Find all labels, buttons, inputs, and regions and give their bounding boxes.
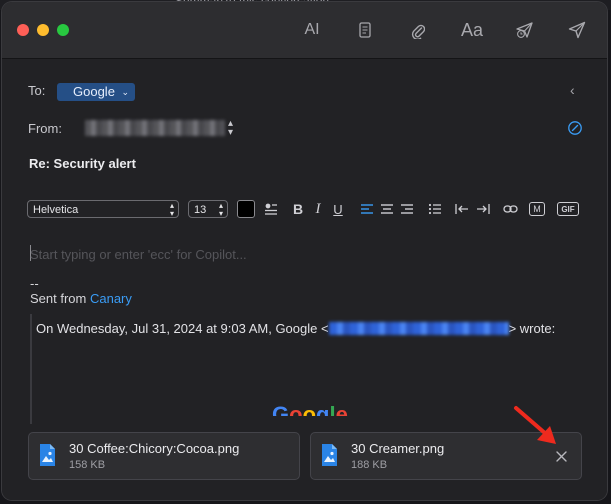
font-size-select[interactable]: 13 ▴ ▾: [188, 200, 228, 218]
minimize-window-button[interactable]: [37, 24, 49, 36]
ai-label: AI: [304, 21, 320, 38]
quote-header: On Wednesday, Jul 31, 2024 at 9:03 AM, G…: [36, 321, 555, 336]
image-file-icon: [321, 443, 338, 467]
send-icon[interactable]: [565, 18, 589, 42]
select-arrows-icon: ▴ ▾: [218, 201, 223, 218]
attachment-size: 188 KB: [351, 459, 388, 471]
select-arrows-icon: ▴ ▾: [169, 201, 174, 218]
text-color-swatch[interactable]: [237, 200, 255, 218]
to-recipient-name: Google: [73, 84, 115, 99]
ai-icon[interactable]: AI: [299, 18, 325, 42]
quoted-email-redacted: [328, 322, 509, 335]
to-recipient-pill[interactable]: Google ⌄: [57, 83, 136, 101]
align-center-icon[interactable]: [378, 200, 396, 218]
chevron-down-icon: ⌄: [121, 87, 130, 97]
notes-icon[interactable]: [353, 18, 377, 42]
body-placeholder[interactable]: Start typing or enter 'ecc' for Copilot.…: [30, 247, 247, 262]
align-left-icon[interactable]: [358, 200, 376, 218]
bullet-list-icon[interactable]: [426, 200, 444, 218]
quote-border: [30, 314, 32, 424]
annotation-arrow-icon: [514, 406, 556, 444]
title-bar: AI Aa: [2, 2, 607, 59]
outdent-icon[interactable]: [453, 200, 471, 218]
attachment-card[interactable]: 30 Coffee:Chicory:Cocoa.png 158 KB: [28, 432, 300, 480]
from-address-redacted: [85, 120, 225, 136]
underline-button[interactable]: U: [329, 200, 347, 218]
link-icon[interactable]: [501, 200, 519, 218]
font-label: Aa: [460, 19, 484, 40]
quote-suffix: > wrote:: [508, 321, 556, 336]
italic-button[interactable]: I: [309, 200, 327, 218]
schedule-send-icon[interactable]: [513, 18, 537, 42]
signature: Sent from Canary: [30, 291, 132, 306]
google-logo: Google: [272, 402, 348, 416]
quote-prefix: On Wednesday, Jul 31, 2024 at 9:03 AM, G…: [36, 321, 329, 336]
attachment-name: 30 Creamer.png: [351, 441, 445, 456]
from-selector-icon[interactable]: ▴ ▾: [228, 119, 233, 138]
image-file-icon: [39, 443, 56, 467]
attachment-name: 30 Coffee:Chicory:Cocoa.png: [69, 441, 240, 456]
font-family-value: Helvetica: [33, 204, 79, 216]
bold-button[interactable]: B: [289, 200, 307, 218]
signature-prefix: Sent from: [30, 291, 90, 306]
close-window-button[interactable]: [17, 24, 29, 36]
from-label: From:: [28, 121, 62, 136]
attachment-size: 158 KB: [69, 459, 106, 471]
zoom-window-button[interactable]: [57, 24, 69, 36]
font-family-select[interactable]: Helvetica ▴ ▾: [27, 200, 179, 218]
signature-edit-icon[interactable]: [567, 120, 583, 141]
chevron-left-icon[interactable]: ‹: [570, 82, 580, 98]
subject-line[interactable]: Re: Security alert: [29, 156, 136, 171]
signature-separator: --: [30, 276, 39, 291]
align-right-icon[interactable]: [398, 200, 416, 218]
to-label: To:: [28, 83, 46, 98]
highlight-icon[interactable]: [262, 200, 280, 218]
markdown-button[interactable]: M: [529, 202, 545, 216]
signature-link[interactable]: Canary: [90, 291, 132, 306]
paperclip-icon[interactable]: [406, 18, 430, 42]
gif-button[interactable]: GIF: [557, 202, 579, 216]
font-icon[interactable]: Aa: [458, 18, 486, 42]
font-size-value: 13: [194, 204, 207, 216]
indent-icon[interactable]: [474, 200, 492, 218]
